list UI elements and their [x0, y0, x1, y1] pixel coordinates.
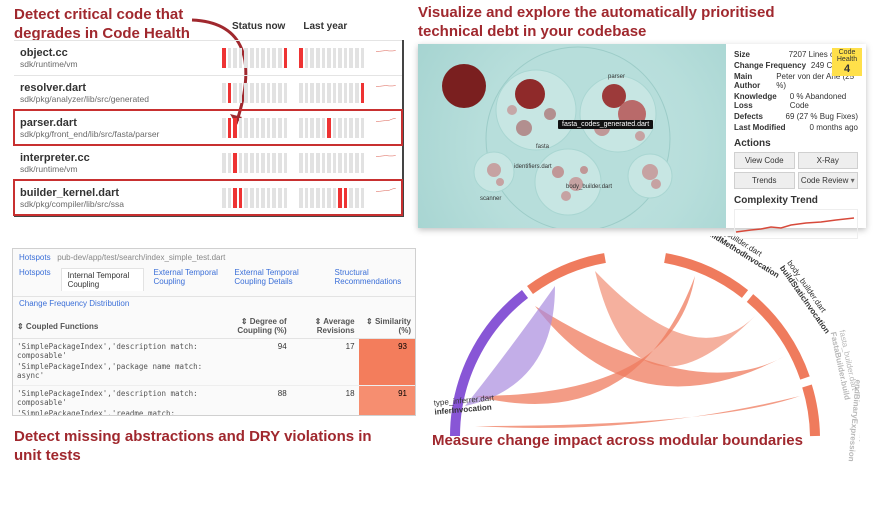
trend-spark [376, 47, 396, 69]
column-header[interactable]: ⇕ Degree of Coupling (%) [215, 314, 291, 339]
stat-key: Main Author [734, 72, 776, 90]
health-bars [222, 48, 287, 68]
coupled-functions: 'SimplePackageIndex','description match:… [13, 339, 215, 386]
hotspot-sidebar: Code Health 4 Size7207 Lines of Code Cha… [726, 44, 866, 228]
file-name: object.cc [20, 47, 210, 59]
file-row[interactable]: interpreter.ccsdk/runtime/vm [14, 145, 402, 180]
cell-deg: 88 [215, 386, 291, 417]
file-name: resolver.dart [20, 82, 210, 94]
stat-val: 0 % Abandoned Code [790, 92, 858, 110]
hotspot-visualization[interactable]: fasta_codes_generated.dart parser fasta … [418, 44, 726, 228]
trends-button[interactable]: Trends [734, 172, 795, 189]
secondary-link[interactable]: Change Frequency Distribution [13, 297, 415, 310]
tab-item[interactable]: Structural Recommendations [335, 268, 409, 291]
viz-label: body_builder.dart [566, 184, 612, 190]
file-name: interpreter.cc [20, 152, 210, 164]
file-path: sdk/pkg/front_end/lib/src/fasta/parser [20, 129, 210, 139]
file-row[interactable]: parser.dartsdk/pkg/front_end/lib/src/fas… [14, 110, 402, 145]
file-name: builder_kernel.dart [20, 187, 210, 199]
cell-rev: 17 [291, 339, 359, 386]
breadcrumb: Hotspots pub-dev/app/test/search/index_s… [13, 249, 415, 266]
trend-spark [376, 82, 396, 104]
health-bars [222, 153, 287, 173]
stat-key: Change Frequency [734, 61, 806, 70]
tl-column-headers: Status now Last year [232, 21, 347, 32]
file-path: sdk/pkg/compiler/lib/src/ssa [20, 199, 210, 209]
br-title: Measure change impact across modular bou… [432, 432, 832, 451]
hotspot-tooltip: fasta_codes_generated.dart [558, 120, 653, 129]
column-header[interactable]: ⇕ Average Revisions [291, 314, 359, 339]
view-code-button[interactable]: View Code [734, 152, 795, 169]
trend-spark [376, 117, 396, 139]
file-row[interactable]: builder_kernel.dartsdk/pkg/compiler/lib/… [14, 180, 402, 215]
table-row[interactable]: 'SimplePackageIndex','description match:… [13, 386, 415, 417]
trend-spark [376, 152, 396, 174]
stat-val: 69 (27 % Bug Fixes) [786, 112, 858, 121]
tl-title: Detect critical code that degrades in Co… [14, 6, 234, 44]
stat-key: Last Modified [734, 123, 786, 132]
file-path: sdk/runtime/vm [20, 59, 210, 69]
file-path: sdk/runtime/vm [20, 164, 210, 174]
hotspot-panel: fasta_codes_generated.dart parser fasta … [418, 44, 866, 228]
cell-deg: 94 [215, 339, 291, 386]
cell-similarity: 91 [359, 386, 415, 417]
stat-key: Knowledge Loss [734, 92, 790, 110]
coupled-functions: 'SimplePackageIndex','description match:… [13, 386, 215, 417]
tab-bar: Hotspots Internal Temporal Coupling Extern… [13, 266, 415, 297]
code-review-button[interactable]: Code Review [798, 172, 859, 189]
cell-rev: 18 [291, 386, 359, 417]
status-header: Status now [232, 21, 285, 32]
health-bars [222, 188, 287, 208]
file-name: parser.dart [20, 117, 210, 129]
column-header[interactable]: ⇕ Coupled Functions [13, 314, 215, 339]
health-bars [299, 153, 364, 173]
health-label: Code Health [832, 49, 862, 63]
lastyear-header: Last year [303, 21, 347, 32]
complexity-header: Complexity Trend [734, 195, 858, 206]
health-bars [299, 48, 364, 68]
file-row[interactable]: resolver.dartsdk/pkg/analyzer/lib/src/ge… [14, 75, 402, 110]
stat-key: Defects [734, 112, 763, 121]
complexity-trend-chart[interactable] [734, 209, 858, 239]
actions-header: Actions [734, 138, 858, 149]
tab-item[interactable]: External Temporal Coupling [154, 268, 225, 291]
health-bars [299, 83, 364, 103]
tab-item[interactable]: Hotspots [19, 268, 51, 291]
breadcrumb-path: pub-dev/app/test/search/index_simple_tes… [57, 253, 225, 262]
health-bars [222, 83, 287, 103]
file-path: sdk/pkg/analyzer/lib/src/generated [20, 94, 210, 104]
tr-title: Visualize and explore the automatically … [418, 4, 838, 42]
stat-key: Size [734, 50, 750, 59]
code-health-list: object.ccsdk/runtime/vmresolver.dartsdk/… [14, 40, 404, 217]
viz-label: fasta [536, 144, 549, 150]
health-bars [222, 118, 287, 138]
coupling-table: ⇕ Coupled Functions⇕ Degree of Coupling … [13, 314, 415, 416]
stat-val: 0 months ago [810, 123, 858, 132]
viz-label: scanner [480, 196, 501, 202]
health-bars [299, 188, 364, 208]
viz-label: parser [608, 74, 625, 80]
tab-item[interactable]: Internal Temporal Coupling [61, 268, 144, 291]
file-row[interactable]: object.ccsdk/runtime/vm [14, 40, 402, 75]
column-header[interactable]: ⇕ Similarity (%) [359, 314, 415, 339]
xray-button[interactable]: X-Ray [798, 152, 859, 169]
viz-label: identifiers.dart [514, 164, 552, 170]
health-bars [299, 118, 364, 138]
bl-title: Detect missing abstractions and DRY viol… [14, 428, 394, 466]
tab-item[interactable]: External Temporal Coupling Details [234, 268, 324, 291]
health-value: 4 [832, 63, 862, 75]
trend-spark [376, 187, 396, 209]
coupling-panel: Hotspots pub-dev/app/test/search/index_s… [12, 248, 416, 416]
table-row[interactable]: 'SimplePackageIndex','description match:… [13, 339, 415, 386]
breadcrumb-link[interactable]: Hotspots [19, 253, 51, 262]
cell-similarity: 93 [359, 339, 415, 386]
code-health-badge: Code Health 4 [832, 48, 862, 76]
